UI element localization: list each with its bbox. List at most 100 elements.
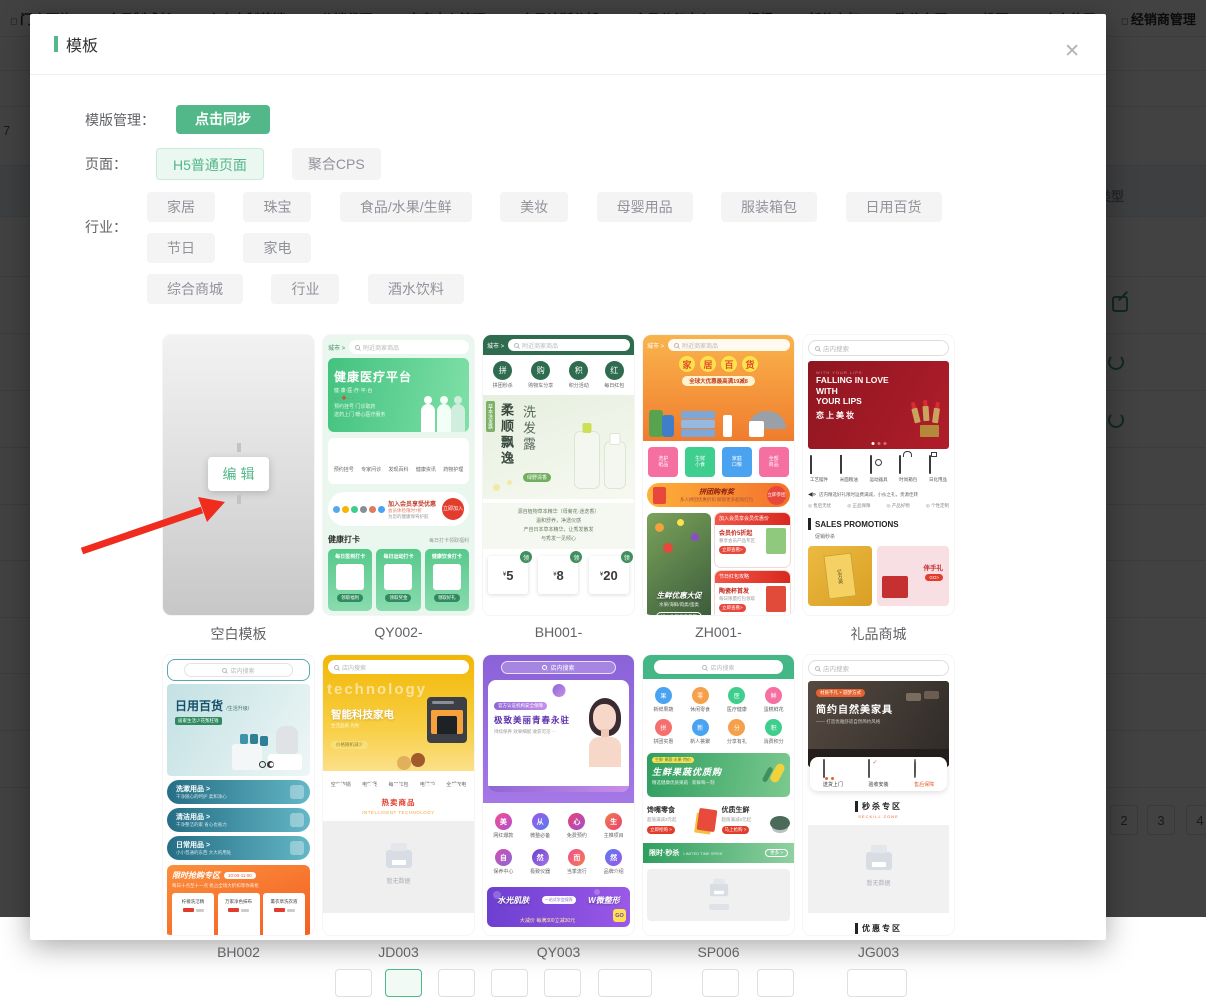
industry-filter[interactable]: 服装箱包 (721, 192, 817, 222)
industry-filter[interactable]: 美妆 (500, 192, 568, 222)
buy-button: 马上抢购 > (722, 826, 750, 834)
bubble-deco (493, 891, 501, 899)
col-sub: 超值满减5元起 (722, 817, 752, 823)
industry-filter[interactable]: 日用百货 (846, 192, 942, 222)
product-image (766, 586, 786, 612)
industry-filter[interactable]: 行业 (271, 274, 339, 304)
template-thumbnail-qy002[interactable]: 城市 > 附近商家商品 健康医疗平台 健·康·医·疗·平·台 · · ✚ · ·… (323, 335, 474, 615)
flash-sale-panel: 限时抢购专区10:00-11:00 每日十点至十一点 抢占全场大折扣等你来抢 柠… (167, 865, 310, 935)
city-selector: 城市 > (647, 341, 664, 350)
template-manage-row: 模版管理： 点击同步 (85, 105, 1106, 135)
pagination-button-active[interactable] (385, 969, 422, 997)
pagination-button[interactable] (491, 969, 528, 997)
fresh-title: 生鲜优惠大促 (647, 590, 711, 601)
banner-line: FALLING IN LOVE (816, 375, 941, 386)
edit-button[interactable]: 编 辑 (208, 457, 270, 491)
template-thumbnail-jd003[interactable]: 店内搜索 technology 智能科技家电 生活品质 为你 价格随机减少 空气… (323, 655, 474, 935)
pedestal (232, 744, 262, 770)
card-title: 健康饮食打卡 (425, 553, 469, 560)
icon-label: 保养中心 (493, 868, 513, 875)
icon-label: 新鲜果蔬 (653, 706, 673, 713)
banner-sub: 生活品质 为你 (331, 723, 359, 729)
flash-time: 10:00-11:00 (224, 872, 256, 879)
sp006-banner: 生鲜·果蔬·水果·特价 生鲜果蔬优质购 精选健康优质果蔬 · 新鲜每一刻 (647, 753, 790, 797)
template-thumbnail-qy003[interactable]: 店内搜索 官方认证机构安全保障 极致美丽青春永驻 持续保养 效果细腻 收获可见 … (483, 655, 634, 935)
title-char: 百 (721, 356, 737, 372)
medicine-icon (443, 454, 463, 461)
template-thumbnail-sp006[interactable]: 店内搜索 果新鲜果蔬 零休闲零食 医医疗健康 鲜蛋糕鲜花 拼拼团实惠 新新人荟聚… (643, 655, 794, 935)
card-sub: 每日限量红包领取 (719, 596, 755, 602)
industry-filter[interactable]: 食品/水果/生鲜 (340, 192, 472, 222)
industry-filter[interactable]: 家居 (147, 192, 215, 222)
banner-sub: 精选健康优质果蔬 · 新鲜每一刻 (652, 780, 785, 786)
desc-line: 温和舒养，净透仪感 (485, 517, 632, 526)
template-thumbnail-bh001[interactable]: 城市 > 附近商家商品 拼拼团秒杀 购购物车分享 积积分活动 红每日红包 草本洗… (483, 335, 634, 615)
pagination-button[interactable] (438, 969, 475, 997)
template-thumbnail-bh002[interactable]: 店内搜索 日用百货 /生活升级/ 居家生活少花冤枉钱 洗漱用品 >干净随心的呵护… (163, 655, 314, 935)
section-title-en: SECKILL ZONE (808, 814, 949, 819)
industry-filter[interactable]: 母婴用品 (597, 192, 693, 222)
industry-filter[interactable]: 节日 (147, 233, 215, 263)
join-button: 立即加入 (442, 498, 464, 520)
banner-title: 生鲜果蔬优质购 (652, 765, 785, 778)
template-thumbnail-blank[interactable]: 编 辑 (163, 335, 314, 615)
tab-cps[interactable]: 聚合CPS (292, 148, 381, 180)
category-tile: 生鲜小食 (685, 447, 715, 477)
claim-badge: 领 (621, 551, 633, 563)
bubble-deco (594, 889, 600, 895)
price-red (274, 908, 285, 912)
flash-product: 薰衣草洗衣液 (263, 893, 305, 935)
coupon-card: ¥5领 (488, 556, 528, 594)
icon-label: 拼团实惠 (653, 738, 673, 745)
beauty-icon: 心 (568, 813, 585, 830)
tube (723, 415, 732, 437)
pagination-button[interactable] (335, 969, 372, 997)
banner-title-circles: 家 居 百 货 (647, 356, 790, 372)
empty-state: 暂无数据 (808, 825, 949, 913)
industry-filter[interactable]: 酒水饮料 (368, 274, 464, 304)
beauty-icon: 自 (495, 849, 512, 866)
close-icon[interactable]: ✕ (1064, 42, 1080, 61)
tab-h5-page[interactable]: H5普通页面 (156, 148, 264, 180)
pagination-button[interactable] (757, 969, 794, 997)
zh001-groupbuy-strip: 拼团购有奖多人拼团优惠折扣 解锁更多超值红包 立即参团 (647, 483, 790, 507)
pagination-button[interactable] (847, 969, 907, 997)
title-char: 居 (700, 356, 716, 372)
page-label: 页面： (85, 148, 156, 180)
card-title: 每日签到打卡 (328, 553, 372, 560)
sp006-two-columns: 馋嘴零食超值满减3元起立即抢购 > 优质生鲜超值满减5元起马上抢购 > (647, 805, 790, 834)
qy002-banner: 健康医疗平台 健·康·医·疗·平·台 · · ✚ · · 预约挂号 门诊取药 送… (328, 358, 469, 432)
pagination-button[interactable] (598, 969, 652, 997)
shampoo-bottle (604, 441, 626, 489)
bag-icon (899, 455, 901, 474)
search-placeholder: 店内搜索 (230, 666, 254, 675)
medical-icon: 医 (728, 687, 745, 704)
service-label: 验收安装 (868, 781, 888, 788)
industry-filter[interactable]: 家电 (243, 233, 311, 263)
industry-filter[interactable]: 综合商城 (147, 274, 243, 304)
template-thumbnail-zh001[interactable]: 城市 > 附近商家商品 家 居 百 货 全球大优惠最高满19减8 (643, 335, 794, 615)
bh001-header: 城市 > 附近商家商品 (483, 335, 634, 355)
card-title: 每日运动打卡 (376, 553, 420, 560)
industry-filter[interactable]: 珠宝 (243, 192, 311, 222)
title-char: 家 (679, 356, 695, 372)
template-thumbnail-gift[interactable]: 店内搜索 WITH YOUR LIPS FALLING IN LOVE WITH… (803, 335, 954, 615)
service-tag: 个性定制 (926, 503, 949, 509)
template-thumbnail-jg003[interactable]: 店内搜索 材质不凡 × 圆梦方式 简约自然美家具 —— 打造优雅舒适自然简约风格… (803, 655, 954, 935)
search-icon (514, 343, 519, 348)
coupon-card: ¥8领 (538, 556, 578, 594)
fruit-icon: 果 (655, 687, 672, 704)
search-bar: 附近商家商品 (508, 339, 630, 351)
sync-button[interactable]: 点击同步 (176, 105, 270, 134)
pagination-button[interactable] (702, 969, 739, 997)
beauty-icon: 美 (495, 813, 512, 830)
search-placeholder: 店内搜索 (823, 663, 849, 673)
pagination-button[interactable] (544, 969, 581, 997)
seafood-image (770, 816, 790, 830)
view-button: 立即查看> (719, 546, 746, 554)
qy002-section-row: 健康打卡 每日打卡领取福利 (328, 534, 469, 545)
announcement-bar: ◀»店内精选好礼限时运费满减，小伙之礼，贵源佳转 (808, 491, 949, 498)
search-bar: 店内搜索 (654, 660, 784, 674)
icon-label: 网红爆款 (493, 832, 513, 839)
template-name: 空白模板 (163, 615, 314, 655)
